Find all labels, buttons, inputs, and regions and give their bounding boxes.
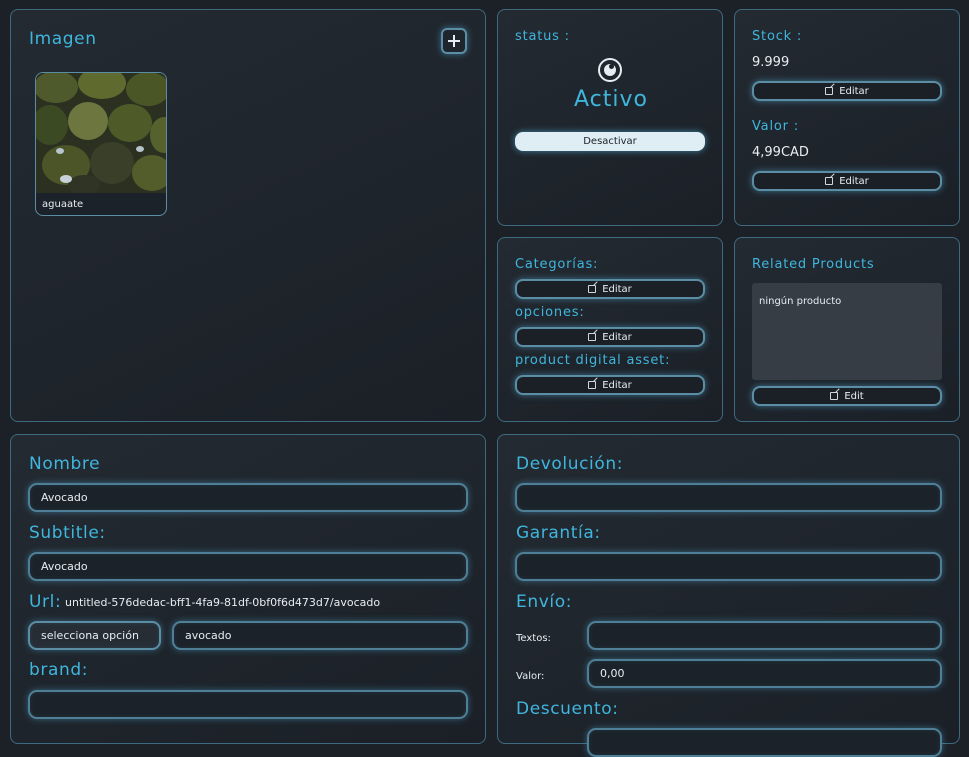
garantia-label: Garantía: bbox=[516, 523, 601, 543]
nombre-input[interactable]: Avocado bbox=[28, 483, 468, 512]
envio-valor-label: Valor: bbox=[516, 671, 545, 682]
url-label: Url: bbox=[29, 592, 62, 612]
status-panel: status : Activo Desactivar bbox=[497, 9, 723, 226]
edit-icon bbox=[588, 381, 597, 389]
categorias-label: Categorías: bbox=[515, 257, 599, 272]
edit-icon bbox=[825, 177, 834, 185]
textos-label: Textos: bbox=[516, 633, 551, 644]
asset-edit-button[interactable]: Editar bbox=[515, 375, 705, 395]
edit-icon bbox=[588, 333, 597, 341]
valor-edit-button[interactable]: Editar bbox=[752, 171, 942, 191]
devolucion-label: Devolución: bbox=[516, 454, 624, 474]
opciones-label: opciones: bbox=[515, 305, 585, 320]
related-empty-text: ningún producto bbox=[759, 296, 842, 307]
related-list: ningún producto bbox=[752, 283, 942, 380]
categorias-edit-button[interactable]: Editar bbox=[515, 279, 705, 299]
add-image-button[interactable] bbox=[441, 28, 467, 54]
devolucion-input[interactable] bbox=[515, 483, 942, 512]
asset-edit-label: Editar bbox=[602, 379, 632, 391]
textos-input[interactable] bbox=[587, 621, 942, 650]
stock-edit-button[interactable]: Editar bbox=[752, 81, 942, 101]
edit-icon bbox=[825, 87, 834, 95]
descuento-label: Descuento: bbox=[516, 699, 619, 719]
related-products-panel: Related Products ningún producto Edit bbox=[734, 237, 960, 422]
stock-value: 9.999 bbox=[752, 55, 790, 70]
opciones-edit-button[interactable]: Editar bbox=[515, 327, 705, 347]
valor-label: Valor : bbox=[752, 119, 799, 134]
stock-label: Stock : bbox=[752, 29, 803, 44]
avocado-image bbox=[36, 73, 166, 193]
deactivate-button[interactable]: Desactivar bbox=[515, 132, 705, 151]
valor-value: 4,99CAD bbox=[752, 145, 809, 160]
thumbnail-caption: aguaate bbox=[42, 199, 84, 210]
subtitle-input[interactable]: Avocado bbox=[28, 552, 468, 581]
related-edit-button[interactable]: Edit bbox=[752, 386, 942, 406]
envio-label: Envío: bbox=[516, 592, 573, 612]
stock-edit-label: Editar bbox=[839, 85, 869, 97]
subtitle-label: Subtitle: bbox=[29, 523, 106, 543]
related-edit-label: Edit bbox=[844, 390, 864, 402]
nombre-label: Nombre bbox=[29, 454, 101, 474]
opciones-edit-label: Editar bbox=[602, 331, 632, 343]
asset-label: product digital asset: bbox=[515, 353, 671, 368]
edit-icon bbox=[588, 285, 597, 293]
status-value: Activo bbox=[574, 87, 648, 112]
image-thumbnail-card[interactable]: aguaate bbox=[35, 72, 167, 216]
url-value: untitled-576dedac-bff1-4fa9-81df-0bf0f6d… bbox=[65, 596, 381, 609]
valor-edit-label: Editar bbox=[839, 175, 869, 187]
brand-label: brand: bbox=[29, 660, 89, 680]
eye-icon bbox=[598, 58, 622, 82]
categorias-edit-label: Editar bbox=[602, 283, 632, 295]
categories-panel: Categorías: Editar opciones: Editar prod… bbox=[497, 237, 723, 422]
image-panel: Imagen aguaate bbox=[10, 9, 486, 422]
details-panel: Nombre Avocado Subtitle: Avocado Url: un… bbox=[10, 434, 486, 744]
status-label: status : bbox=[515, 29, 570, 44]
stock-panel: Stock : 9.999 Editar Valor : 4,99CAD Edi… bbox=[734, 9, 960, 226]
brand-input[interactable] bbox=[28, 690, 468, 719]
garantia-input[interactable] bbox=[515, 552, 942, 581]
descuento-input[interactable] bbox=[587, 728, 942, 757]
related-title: Related Products bbox=[752, 257, 875, 272]
slug-input[interactable]: avocado bbox=[172, 621, 468, 650]
image-title: Imagen bbox=[29, 29, 97, 49]
url-prefix-select[interactable]: selecciona opción bbox=[28, 621, 161, 650]
envio-valor-input[interactable]: 0,00 bbox=[587, 659, 942, 688]
edit-icon bbox=[830, 392, 839, 400]
plus-icon bbox=[443, 30, 465, 52]
policies-panel: Devolución: Garantía: Envío: Textos: Val… bbox=[497, 434, 960, 757]
